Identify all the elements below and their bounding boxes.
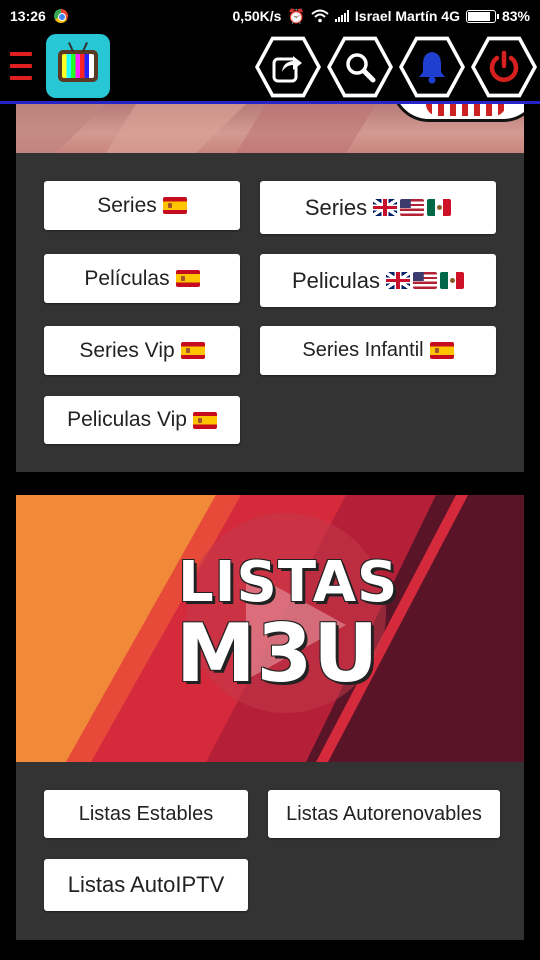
list-button-3[interactable]: Listas AutoIPTV xyxy=(44,859,248,911)
flag-us-icon xyxy=(413,272,438,289)
list-button-label: Listas Estables xyxy=(78,802,214,825)
category-button-1[interactable]: Series xyxy=(44,181,240,230)
category-button-label: Series xyxy=(97,193,157,217)
flag-uk-icon xyxy=(386,272,411,289)
bell-icon xyxy=(419,52,445,84)
banner-title-line2: M3U xyxy=(176,607,380,700)
flag-us-icon xyxy=(400,199,425,216)
banner-title-line1: LISTAS xyxy=(178,550,399,615)
retro-tv-icon xyxy=(58,50,98,82)
flag-mx-icon xyxy=(427,199,452,216)
category-button-label: Películas xyxy=(84,266,170,290)
hamburger-icon[interactable] xyxy=(10,52,32,80)
carrier-name: Israel Martín 4G xyxy=(354,8,460,24)
flag-mx-icon xyxy=(440,272,465,289)
signal-icon xyxy=(334,10,349,22)
category-button-5[interactable]: Series Vip xyxy=(44,326,240,375)
wifi-icon xyxy=(311,9,329,23)
category-button-label: Series xyxy=(304,194,368,220)
status-bar: 13:26 0,50K/s ⏰ Israel Martín 4G 83% xyxy=(0,0,540,32)
battery-percent: 83% xyxy=(501,8,530,24)
network-speed: 0,50K/s xyxy=(232,8,282,24)
status-time: 13:26 xyxy=(10,8,46,24)
app-logo[interactable] xyxy=(46,34,110,98)
category-button-7[interactable]: Peliculas Vip xyxy=(44,396,240,444)
category-button-6[interactable]: Series Infantil xyxy=(260,326,496,375)
flag-es-icon xyxy=(162,197,187,214)
category-button-label: Series Vip xyxy=(79,338,175,362)
flag-es-icon xyxy=(180,342,205,359)
top-banner-image xyxy=(16,104,524,153)
battery-icon xyxy=(465,9,499,23)
flag-uk-icon xyxy=(373,199,398,216)
lists-panel xyxy=(16,762,524,940)
flag-es-icon xyxy=(192,411,217,429)
category-button-label: Peliculas Vip xyxy=(67,408,187,431)
category-button-label: Peliculas xyxy=(291,267,381,293)
share-icon xyxy=(272,56,302,83)
category-button-2[interactable]: Series xyxy=(260,181,496,234)
listas-m3u-banner: LISTAS M3U xyxy=(16,495,524,762)
list-button-2[interactable]: Listas Autorenovables xyxy=(268,790,500,838)
chrome-icon xyxy=(53,9,68,23)
search-icon xyxy=(346,53,376,83)
category-button-3[interactable]: Películas xyxy=(44,254,240,303)
category-button-label: Series Infantil xyxy=(302,339,424,361)
list-button-label: Listas AutoIPTV xyxy=(67,872,225,897)
alarm-icon: ⏰ xyxy=(287,7,305,24)
power-icon xyxy=(489,50,519,82)
flag-es-icon xyxy=(175,270,200,287)
list-button-label: Listas Autorenovables xyxy=(286,802,482,825)
flag-es-icon xyxy=(429,342,454,359)
category-button-4[interactable]: Peliculas xyxy=(260,254,496,307)
list-button-1[interactable]: Listas Estables xyxy=(44,790,248,838)
